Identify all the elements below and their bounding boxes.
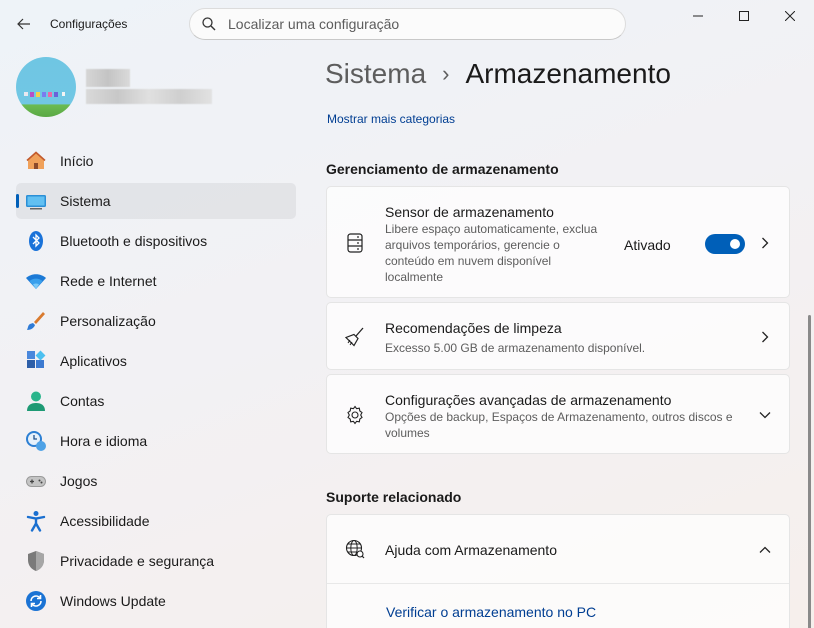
page-title: Armazenamento — [465, 58, 671, 89]
chevron-up-icon — [759, 544, 771, 556]
more-categories-link[interactable]: Mostrar mais categorias — [327, 112, 455, 126]
storage-sense-title: Sensor de armazenamento — [385, 204, 554, 220]
divider — [327, 583, 789, 584]
cleanup-description: Excesso 5.00 GB de armazenamento disponí… — [385, 341, 646, 355]
advanced-storage-card[interactable]: Configurações avançadas de armazenamento… — [326, 374, 790, 454]
search-input[interactable] — [228, 16, 588, 32]
sidebar-item-label: Rede e Internet — [60, 273, 157, 289]
sidebar-item-acessibilidade[interactable]: Acessibilidade — [16, 503, 296, 539]
advanced-storage-description: Opções de backup, Espaços de Armazenamen… — [385, 410, 733, 440]
home-icon — [25, 150, 47, 172]
sidebar-item-label: Início — [60, 153, 94, 169]
sidebar-item-label: Sistema — [60, 193, 111, 209]
bluetooth-icon — [25, 230, 47, 252]
account-email-redacted — [86, 89, 212, 104]
storage-sense-toggle[interactable] — [705, 234, 745, 254]
storage-sense-toggle-label: Ativado — [624, 237, 671, 253]
chevron-down-icon — [759, 409, 771, 421]
breadcrumb: Sistema › Armazenamento — [325, 58, 671, 90]
sidebar-item-label: Personalização — [60, 313, 156, 329]
storage-help-header[interactable]: Ajuda com Armazenamento — [327, 515, 789, 583]
search-icon — [202, 17, 216, 31]
storage-sense-description: Libere espaço automaticamente, exclua ar… — [385, 222, 598, 284]
account-name-redacted — [86, 69, 130, 87]
sidebar-item-inicio[interactable]: Início — [16, 143, 296, 179]
check-storage-link[interactable]: Verificar o armazenamento no PC — [386, 604, 596, 620]
update-icon — [25, 590, 47, 612]
management-section-title: Gerenciamento de armazenamento — [326, 161, 559, 177]
wifi-icon — [25, 270, 47, 292]
close-icon — [785, 11, 795, 21]
sidebar-item-label: Jogos — [60, 473, 98, 489]
sidebar-item-label: Privacidade e segurança — [60, 553, 215, 569]
chevron-right-icon — [759, 237, 771, 249]
sidebar-item-label: Contas — [60, 393, 105, 409]
storage-sense-card[interactable]: Sensor de armazenamento Libere espaço au… — [326, 186, 790, 298]
time-language-icon — [25, 430, 47, 452]
sidebar-item-label: Acessibilidade — [60, 513, 150, 529]
advanced-storage-title: Configurações avançadas de armazenamento — [385, 392, 672, 408]
sidebar-item-windows-update[interactable]: Windows Update — [16, 583, 296, 619]
account-icon — [25, 390, 47, 412]
sidebar-item-bluetooth[interactable]: Bluetooth e dispositivos — [16, 223, 296, 259]
gamepad-icon — [25, 470, 47, 492]
gear-icon — [344, 404, 366, 426]
storage-help-title: Ajuda com Armazenamento — [385, 542, 557, 558]
broom-icon — [344, 326, 366, 348]
system-icon — [25, 190, 47, 212]
minimize-icon — [693, 15, 703, 17]
minimize-button[interactable] — [675, 0, 721, 32]
search-box[interactable] — [189, 8, 626, 40]
sidebar-item-label: Bluetooth e dispositivos — [60, 233, 208, 249]
back-button[interactable] — [10, 12, 38, 36]
sidebar-item-aplicativos[interactable]: Aplicativos — [16, 343, 296, 379]
brush-icon — [25, 310, 47, 332]
shield-icon — [25, 550, 47, 572]
globe-icon — [344, 538, 366, 560]
cleanup-recommendations-card[interactable]: Recomendações de limpeza Excesso 5.00 GB… — [326, 302, 790, 370]
sidebar-item-jogos[interactable]: Jogos — [16, 463, 296, 499]
maximize-icon — [739, 11, 749, 21]
sidebar-item-rede[interactable]: Rede e Internet — [16, 263, 296, 299]
maximize-button[interactable] — [721, 0, 767, 32]
apps-icon — [25, 350, 47, 372]
app-title: Configurações — [50, 17, 128, 31]
chevron-right-icon — [759, 331, 771, 343]
close-button[interactable] — [767, 0, 813, 32]
cleanup-title: Recomendações de limpeza — [385, 320, 562, 336]
breadcrumb-parent[interactable]: Sistema — [325, 58, 426, 90]
breadcrumb-separator: › — [442, 61, 450, 86]
storage-help-card: Ajuda com Armazenamento Verificar o arma… — [326, 514, 790, 628]
title-bar: Configurações — [0, 0, 814, 48]
sidebar-item-privacidade[interactable]: Privacidade e segurança — [16, 543, 296, 579]
avatar-image-icon — [24, 92, 65, 97]
sidebar-item-personalizacao[interactable]: Personalização — [16, 303, 296, 339]
back-arrow-icon — [17, 18, 30, 30]
sidebar-item-label: Hora e idioma — [60, 433, 148, 449]
avatar — [16, 57, 76, 117]
sidebar-item-label: Aplicativos — [60, 353, 127, 369]
accessibility-icon — [25, 510, 47, 532]
sidebar-nav: Início Sistema Bluetooth e dispositivos … — [16, 143, 296, 623]
scrollbar[interactable] — [808, 315, 811, 628]
sidebar-item-sistema[interactable]: Sistema — [16, 183, 296, 219]
storage-drive-icon — [344, 232, 366, 254]
sidebar-item-hora-idioma[interactable]: Hora e idioma — [16, 423, 296, 459]
sidebar-item-label: Windows Update — [60, 593, 166, 609]
sidebar-item-contas[interactable]: Contas — [16, 383, 296, 419]
support-section-title: Suporte relacionado — [326, 489, 462, 505]
